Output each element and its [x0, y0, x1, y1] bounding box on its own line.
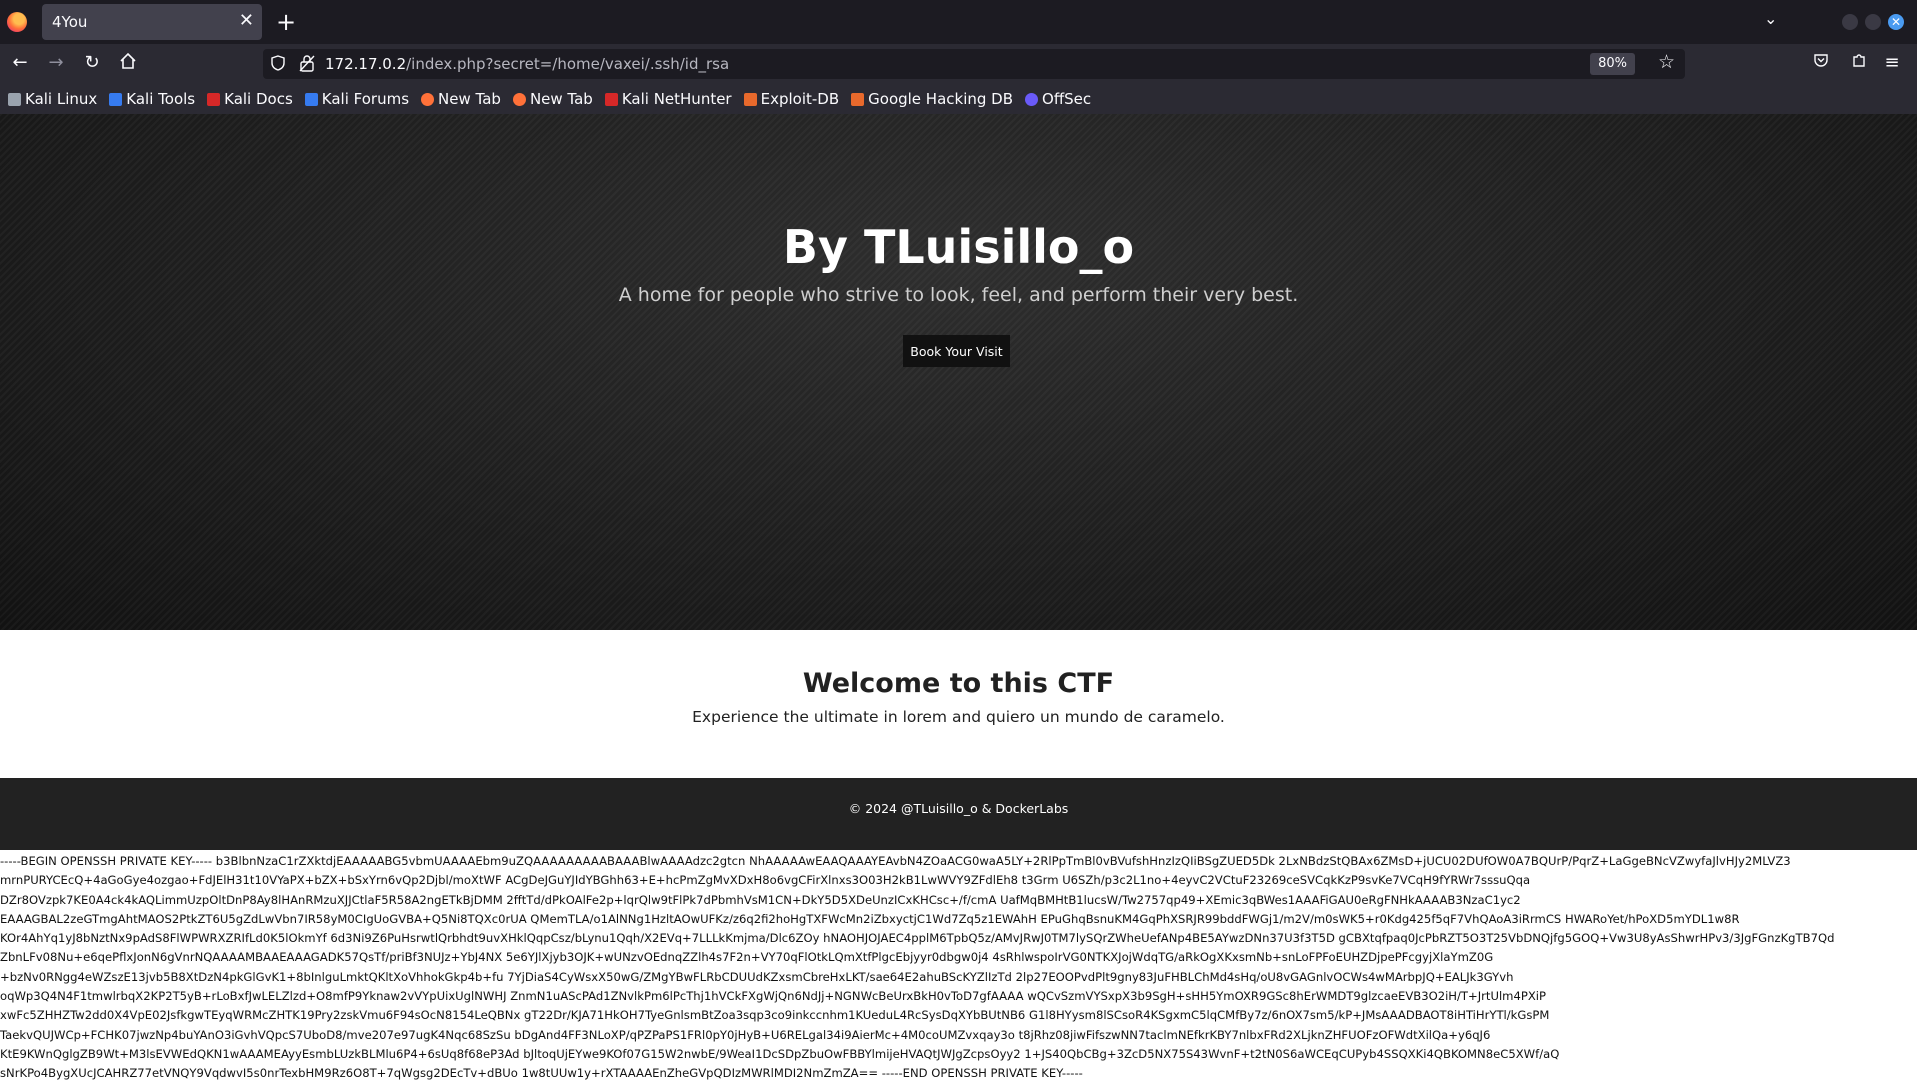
key-line: oqWp3Q4N4F1tmwlrbqX2KP2T5yB+rLoBxfJwLELZ… — [0, 989, 1546, 1004]
minimize-window-button[interactable] — [1842, 14, 1858, 30]
bookmark-kali-nethunter[interactable]: Kali NetHunter — [604, 90, 732, 108]
close-window-button[interactable]: ✕ — [1888, 14, 1904, 30]
firefox-icon — [512, 92, 526, 106]
maximize-window-button[interactable] — [1865, 14, 1881, 30]
leaked-private-key-output: -----BEGIN OPENSSH PRIVATE KEY----- b3Bl… — [0, 852, 1917, 1080]
forward-arrow-icon[interactable]: → — [45, 52, 67, 74]
welcome-section: Welcome to this CTF Experience the ultim… — [0, 630, 1917, 778]
extensions-puzzle-icon[interactable] — [1848, 52, 1870, 74]
firefox-icon — [421, 92, 435, 106]
book-your-visit-button[interactable]: Book Your Visit — [903, 335, 1010, 367]
footer-copyright: © 2024 @TLuisillo_o & DockerLabs — [848, 801, 1069, 816]
offsec-icon — [1025, 92, 1039, 106]
key-line: +bzNv0RNgg4eWZszE13jvb5B8XtDzN4pkGlGvK1+… — [0, 969, 1514, 984]
browser-nav-bar: ← → ↻ 172.17.0.2/index.php?secret=/home/… — [0, 44, 1917, 84]
bookmark-new-tab-2[interactable]: New Tab — [512, 90, 593, 108]
key-line: sNrKPo4BygXUcJCAHRZ77etVNQY9VqdwvI5s0nrT… — [0, 1066, 1083, 1080]
browser-tab-active[interactable]: 4You ✕ — [42, 4, 262, 40]
bookmark-exploit-db[interactable]: Exploit-DB — [743, 90, 839, 108]
key-line: mrnPURYCEcQ+4aGoGye4ozgao+FdJElH31t10VYa… — [0, 873, 1531, 888]
tracking-protection-shield-icon[interactable] — [271, 55, 285, 71]
home-icon[interactable] — [117, 52, 139, 76]
bookmark-google-hacking-db[interactable]: Google Hacking DB — [851, 90, 1013, 108]
ghdb-icon — [851, 92, 865, 106]
browser-tab-bar: 4You ✕ + ⌄ ✕ — [0, 0, 1917, 44]
welcome-title: Welcome to this CTF — [802, 668, 1115, 699]
bookmark-offsec[interactable]: OffSec — [1025, 90, 1091, 108]
url-host: 172.17.0.2 — [325, 55, 407, 73]
key-line: xwFc5ZHHZTw2dd0X4VpE02JsfkgwTEyqWRMcZHTK… — [0, 1008, 1550, 1023]
hamburger-menu-icon[interactable]: ≡ — [1881, 52, 1903, 74]
bookmark-new-tab-1[interactable]: New Tab — [421, 90, 501, 108]
address-bar[interactable]: 172.17.0.2/index.php?secret=/home/vaxei/… — [263, 49, 1685, 79]
page-footer: © 2024 @TLuisillo_o & DockerLabs — [0, 778, 1917, 850]
nethunter-icon — [604, 92, 618, 106]
key-line: EAAAGBAL2zeGTmgAhtMAOS2PtkZT6U5gZdLwVbn7… — [0, 911, 1740, 926]
zoom-level-badge[interactable]: 80% — [1590, 53, 1635, 75]
kali-tools-icon — [109, 92, 123, 106]
new-tab-button[interactable]: + — [276, 8, 296, 36]
hero-subtitle: A home for people who strive to look, fe… — [618, 284, 1299, 306]
hero-title: By TLuisillo_o — [782, 220, 1135, 274]
hero-section: By TLuisillo_o A home for people who str… — [0, 114, 1917, 630]
tab-title: 4You — [52, 13, 88, 31]
insecure-connection-lock-icon[interactable] — [299, 54, 315, 72]
key-line: TaekvQUJWCp+FCHK07jwzNp4buYAnO3iGvhVQpcS… — [0, 1027, 1491, 1042]
bookmark-kali-forums[interactable]: Kali Forums — [304, 90, 409, 108]
kali-dragon-icon — [8, 92, 21, 106]
back-arrow-icon[interactable]: ← — [9, 52, 31, 74]
bookmark-kali-docs[interactable]: Kali Docs — [207, 90, 293, 108]
bookmark-star-icon[interactable]: ☆ — [1658, 51, 1675, 73]
key-line: -----BEGIN OPENSSH PRIVATE KEY----- b3Bl… — [0, 854, 1791, 868]
reload-icon[interactable]: ↻ — [81, 52, 103, 74]
firefox-menu-icon[interactable] — [7, 12, 27, 32]
list-all-tabs-chevron-down-icon[interactable]: ⌄ — [1764, 9, 1777, 28]
welcome-text: Experience the ultimate in lorem and qui… — [692, 708, 1225, 726]
key-line: KtE9KWnQglgZB9Wt+M3lsEVWEdQKN1wAAAMEAyyE… — [0, 1046, 1560, 1061]
bookmarks-toolbar: Kali Linux Kali Tools Kali Docs Kali For… — [0, 84, 1917, 114]
kali-forums-icon — [304, 92, 318, 106]
pocket-icon[interactable] — [1810, 52, 1832, 74]
key-line: DZr8OVzpk7KE0A4ck4kAQLimmUzpOltDnP8Ay8lH… — [0, 892, 1521, 907]
key-line: ZbnLFv08Nu+e6qePflxJonN6gVnrNQAAAAMBAAEA… — [0, 950, 1494, 965]
key-line: KOr4AhYq1yJ8bNztNx9pAdS8FlWPWRXZRIfLd0K5… — [0, 931, 1835, 946]
exploit-db-icon — [743, 92, 757, 106]
url-path: /index.php?secret=/home/vaxei/.ssh/id_rs… — [406, 55, 730, 73]
close-tab-icon[interactable]: ✕ — [239, 10, 254, 32]
kali-docs-icon — [207, 92, 221, 106]
bookmark-kali-tools[interactable]: Kali Tools — [109, 90, 195, 108]
bookmark-kali-linux[interactable]: Kali Linux — [8, 90, 97, 108]
url-text: 172.17.0.2/index.php?secret=/home/vaxei/… — [325, 55, 729, 73]
